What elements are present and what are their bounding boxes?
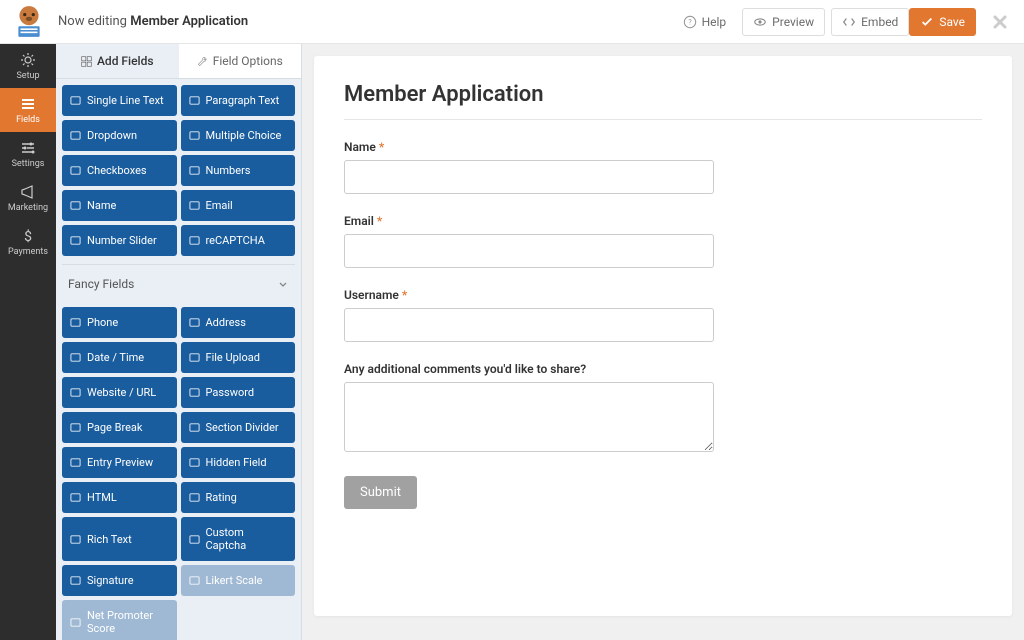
- field-type-button[interactable]: Likert Scale: [181, 565, 296, 596]
- svg-text:$: $: [24, 228, 32, 244]
- side-nav: Setup Fields Settings Marketing $ Paymen…: [0, 44, 56, 640]
- grid-icon: [81, 56, 92, 67]
- section-fancy-fields[interactable]: Fancy Fields: [56, 267, 301, 301]
- field-type-button[interactable]: Email: [181, 190, 296, 221]
- field-type-button[interactable]: Custom Captcha: [181, 517, 296, 561]
- field-type-button[interactable]: Website / URL: [62, 377, 177, 408]
- field-type-button[interactable]: Hidden Field: [181, 447, 296, 478]
- tab-field-options[interactable]: Field Options: [179, 44, 302, 78]
- list-icon: [20, 96, 36, 112]
- field-type-button[interactable]: Dropdown: [62, 120, 177, 151]
- field-type-button[interactable]: Section Divider: [181, 412, 296, 443]
- svg-text:?: ?: [688, 18, 692, 26]
- field-type-button[interactable]: Name: [62, 190, 177, 221]
- field-label: Username *: [344, 288, 982, 302]
- field-type-button[interactable]: Entry Preview: [62, 447, 177, 478]
- field-type-button[interactable]: Rating: [181, 482, 296, 513]
- field-type-button[interactable]: Password: [181, 377, 296, 408]
- embed-button[interactable]: Embed: [831, 8, 909, 36]
- name-input[interactable]: [344, 160, 714, 194]
- eye-icon: [753, 15, 767, 29]
- field-type-button[interactable]: Numbers: [181, 155, 296, 186]
- nav-settings[interactable]: Settings: [0, 132, 56, 176]
- gear-icon: [20, 52, 36, 68]
- close-button[interactable]: [988, 10, 1012, 34]
- field-type-button[interactable]: Net Promoter Score: [62, 600, 177, 640]
- field-type-button[interactable]: Signature: [62, 565, 177, 596]
- preview-button[interactable]: Preview: [742, 8, 825, 36]
- check-icon: [920, 15, 934, 29]
- field-label: Email *: [344, 214, 982, 228]
- chevron-down-icon: [277, 278, 289, 290]
- field-type-button[interactable]: Page Break: [62, 412, 177, 443]
- form-card: Member Application Name * Email * Userna…: [314, 56, 1012, 616]
- field-type-button[interactable]: Number Slider: [62, 225, 177, 256]
- submit-button[interactable]: Submit: [344, 476, 417, 509]
- field-type-button[interactable]: Checkboxes: [62, 155, 177, 186]
- close-icon: [992, 14, 1008, 30]
- tab-add-fields[interactable]: Add Fields: [56, 44, 179, 78]
- standard-fields-grid: Single Line TextParagraph TextDropdownMu…: [56, 79, 301, 262]
- email-input[interactable]: [344, 234, 714, 268]
- username-input[interactable]: [344, 308, 714, 342]
- help-link[interactable]: ? Help: [673, 9, 737, 35]
- field-comments[interactable]: Any additional comments you'd like to sh…: [344, 362, 982, 456]
- wrench-icon: [197, 56, 208, 67]
- field-label: Name *: [344, 140, 982, 154]
- nav-setup[interactable]: Setup: [0, 44, 56, 88]
- field-type-button[interactable]: Paragraph Text: [181, 85, 296, 116]
- help-icon: ?: [683, 15, 697, 29]
- field-type-button[interactable]: Date / Time: [62, 342, 177, 373]
- app-logo-icon: [12, 5, 46, 39]
- field-email[interactable]: Email *: [344, 214, 982, 268]
- dollar-icon: $: [20, 228, 36, 244]
- top-bar: Now editing Member Application ? Help Pr…: [0, 0, 1024, 44]
- sliders-icon: [20, 140, 36, 156]
- panel-tabs: Add Fields Field Options: [56, 44, 301, 79]
- field-type-button[interactable]: Rich Text: [62, 517, 177, 561]
- save-button[interactable]: Save: [909, 8, 976, 36]
- field-name[interactable]: Name *: [344, 140, 982, 194]
- fancy-fields-grid: PhoneAddressDate / TimeFile UploadWebsit…: [56, 301, 301, 640]
- field-username[interactable]: Username *: [344, 288, 982, 342]
- field-type-button[interactable]: reCAPTCHA: [181, 225, 296, 256]
- nav-payments[interactable]: $ Payments: [0, 220, 56, 264]
- field-type-button[interactable]: Single Line Text: [62, 85, 177, 116]
- code-icon: [842, 15, 856, 29]
- editing-label: Now editing Member Application: [58, 14, 248, 29]
- field-type-button[interactable]: Address: [181, 307, 296, 338]
- fields-panel: Add Fields Field Options Single Line Tex…: [56, 44, 302, 640]
- field-type-button[interactable]: Multiple Choice: [181, 120, 296, 151]
- field-type-button[interactable]: HTML: [62, 482, 177, 513]
- field-label: Any additional comments you'd like to sh…: [344, 362, 982, 376]
- divider: [344, 119, 982, 120]
- comments-textarea[interactable]: [344, 382, 714, 452]
- form-canvas: Member Application Name * Email * Userna…: [302, 44, 1024, 640]
- field-type-button[interactable]: File Upload: [181, 342, 296, 373]
- nav-marketing[interactable]: Marketing: [0, 176, 56, 220]
- form-title: Member Application: [344, 82, 982, 107]
- nav-fields[interactable]: Fields: [0, 88, 56, 132]
- field-type-button[interactable]: Phone: [62, 307, 177, 338]
- megaphone-icon: [20, 184, 36, 200]
